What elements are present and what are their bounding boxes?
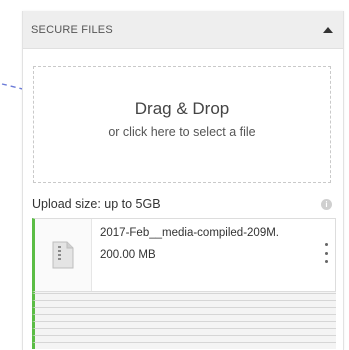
file-stack-shadow xyxy=(32,307,336,314)
file-stack-shadow xyxy=(32,300,336,307)
file-zip-icon xyxy=(52,241,74,269)
info-icon[interactable]: i xyxy=(321,198,332,210)
file-list: 2017-Feb__media-compiled-209M. 200.00 MB xyxy=(32,218,336,350)
panel-title: SECURE FILES xyxy=(31,23,113,36)
caret-up-icon[interactable] xyxy=(323,26,333,33)
file-info: 2017-Feb__media-compiled-209M. 200.00 MB xyxy=(92,219,335,291)
file-name: 2017-Feb__media-compiled-209M. xyxy=(100,227,279,239)
file-stack-shadow xyxy=(32,314,336,321)
panel-header[interactable]: SECURE FILES xyxy=(23,11,343,49)
upload-size-label: Upload size: up to 5GB xyxy=(32,197,161,211)
file-stack-shadow xyxy=(32,342,336,349)
upload-size-row: Upload size: up to 5GB i xyxy=(32,195,334,213)
file-stack-shadow xyxy=(32,335,336,342)
file-stack-shadow xyxy=(32,328,336,335)
kebab-menu-icon[interactable] xyxy=(323,243,329,263)
file-dropzone[interactable]: Drag & Drop or click here to select a fi… xyxy=(33,66,331,183)
stage: SECURE FILES Drag & Drop or click here t… xyxy=(0,0,349,350)
file-stack-shadow xyxy=(32,293,336,300)
secure-files-panel: SECURE FILES Drag & Drop or click here t… xyxy=(22,11,344,350)
dropzone-subtitle: or click here to select a file xyxy=(108,125,256,139)
file-thumbnail xyxy=(35,219,92,291)
file-size: 200.00 MB xyxy=(100,249,156,261)
file-stack-shadow xyxy=(32,321,336,328)
file-item[interactable]: 2017-Feb__media-compiled-209M. 200.00 MB xyxy=(32,218,336,292)
dropzone-title: Drag & Drop xyxy=(134,99,230,118)
